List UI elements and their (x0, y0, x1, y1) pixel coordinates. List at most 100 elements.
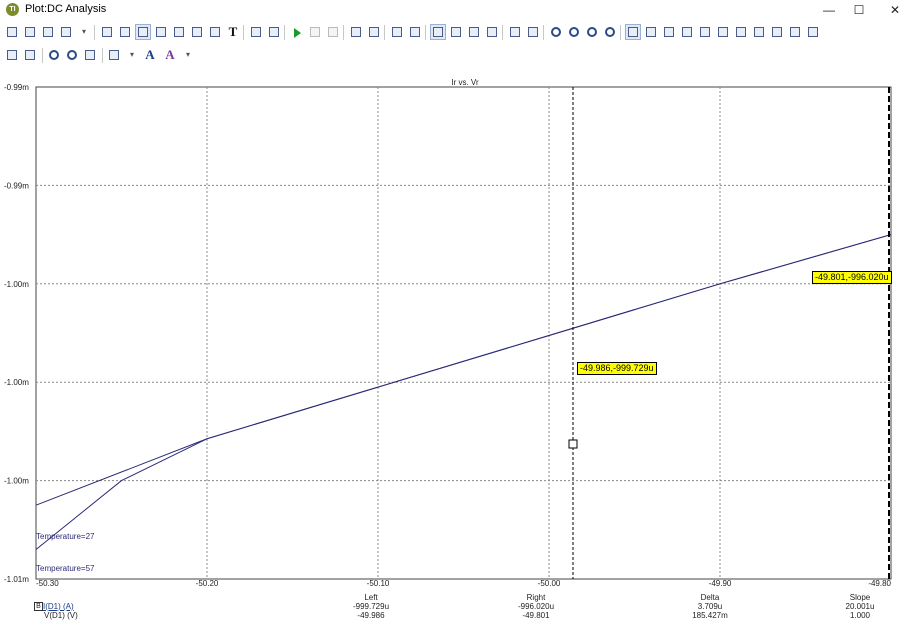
layout-menu-icon[interactable] (106, 47, 122, 63)
readout-delta: Delta 3.709u 185.427m (665, 593, 755, 620)
pan-view-icon[interactable] (82, 47, 98, 63)
x-tick-label: -50.20 (196, 579, 219, 588)
signal-row-1[interactable]: B I(D1) (A) (34, 602, 74, 612)
minimize-button[interactable]: — (812, 0, 846, 20)
secondary-toolbar: ▾ A A ▾ (0, 45, 916, 67)
plot-view-4-icon[interactable] (189, 24, 205, 40)
zoom-1-icon[interactable] (548, 24, 564, 40)
stop-icon[interactable] (307, 24, 323, 40)
x-tick-label: -49.80 (868, 579, 891, 588)
readout-slope-vr: 1.000 (849, 611, 871, 620)
cursor-7-icon[interactable] (733, 24, 749, 40)
y-axis-ticks: -0.99m -0.99m -1.00m -1.00m -1.00m -1.01m (4, 83, 29, 584)
plot-frame (35, 86, 892, 580)
cursor-2-icon[interactable] (643, 24, 659, 40)
cursor-10-icon[interactable] (787, 24, 803, 40)
signal-label-2: V(D1) (V) (44, 611, 78, 620)
run-icon[interactable] (289, 24, 305, 40)
export-icon[interactable] (266, 24, 282, 40)
font-icon[interactable]: A (142, 47, 158, 63)
layout-4-icon[interactable] (484, 24, 500, 40)
cursor-9-icon[interactable] (769, 24, 785, 40)
cursor-5-icon[interactable] (697, 24, 713, 40)
y-tick-label: -0.99m (4, 181, 29, 190)
pause-icon[interactable] (325, 24, 341, 40)
curve-label-27: Temperature=27 (36, 532, 95, 541)
x-tick-label: -50.30 (36, 579, 59, 588)
y-tick-label: -1.01m (4, 575, 29, 584)
main-toolbar: ▾ T (0, 22, 916, 44)
y-tick-label: -0.99m (4, 83, 29, 92)
box-icon[interactable] (389, 24, 405, 40)
layout-dropdown-arrow-icon[interactable]: ▾ (124, 47, 140, 63)
readout-right-ir: -996.020u (517, 602, 555, 611)
readout-slope-header: Slope (849, 593, 871, 602)
cursor-11-icon[interactable] (805, 24, 821, 40)
font-color-icon[interactable]: A (162, 47, 178, 63)
readout-delta-ir: 3.709u (697, 602, 723, 611)
signal-box[interactable]: B (34, 602, 43, 612)
readout-right: Right -996.020u -49.801 (491, 593, 581, 620)
readout-left-header: Left (364, 593, 378, 602)
maximize-button[interactable]: ☐ (842, 0, 876, 20)
dropdown-arrow-icon[interactable]: ▾ (76, 24, 92, 40)
readout-delta-vr: 185.427m (692, 611, 728, 620)
fit-both-icon[interactable] (4, 47, 20, 63)
properties-icon[interactable] (248, 24, 264, 40)
zoom-out-icon[interactable] (64, 47, 80, 63)
cursor-b-tag: -49.801,-996.020u (812, 271, 892, 284)
auto-scale-icon[interactable] (348, 24, 364, 40)
y-tick-label: -1.00m (4, 280, 29, 289)
bookmark-icon[interactable] (58, 24, 74, 40)
window-title: Plot:DC Analysis (25, 3, 107, 15)
copy-window-icon[interactable] (117, 24, 133, 40)
readout-slope-ir: 20.001u (845, 602, 875, 611)
readout-right-vr: -49.801 (522, 611, 550, 620)
x-tick-label: -49.90 (709, 579, 732, 588)
plot-area[interactable]: Ir vs. Vr -0.99m -0.99m -1.00m -1.00m -1.00m… (0, 68, 916, 588)
pan-hand-icon[interactable] (40, 24, 56, 40)
print-icon[interactable] (4, 24, 20, 40)
layout-3-icon[interactable] (466, 24, 482, 40)
split-h-icon[interactable] (507, 24, 523, 40)
font-dropdown-arrow-icon[interactable]: ▾ (180, 47, 196, 63)
zoom-4-icon[interactable] (602, 24, 618, 40)
fit-icon[interactable] (366, 24, 382, 40)
curve-label-57: Temperature=57 (36, 564, 95, 573)
zoom-3-icon[interactable] (584, 24, 600, 40)
cursor-a-marker[interactable] (568, 439, 578, 449)
cursor-4-icon[interactable] (679, 24, 695, 40)
zoom-2-icon[interactable] (566, 24, 582, 40)
text-tool[interactable]: T (225, 24, 241, 40)
plot-title: Ir vs. Vr (451, 78, 479, 87)
layout-1-icon[interactable] (430, 24, 446, 40)
y-tick-label: -1.00m (4, 477, 29, 486)
cursor-6-icon[interactable] (715, 24, 731, 40)
plot-view-icon[interactable] (135, 24, 151, 40)
cursor-readout: B I(D1) (A) V(D1) (V) Left -999.729u -49.… (0, 588, 916, 631)
x-tick-label: -50.00 (538, 579, 561, 588)
readout-delta-header: Delta (700, 593, 720, 602)
grid-icon[interactable] (407, 24, 423, 40)
layout-2-icon[interactable] (448, 24, 464, 40)
readout-slope: Slope 20.001u 1.000 (815, 593, 905, 620)
plot-view-3-icon[interactable] (171, 24, 187, 40)
cursor-8-icon[interactable] (751, 24, 767, 40)
plot-view-5-icon[interactable] (207, 24, 223, 40)
cursor-1-icon[interactable] (625, 24, 641, 40)
cursor-3-icon[interactable] (661, 24, 677, 40)
split-v-icon[interactable] (525, 24, 541, 40)
readout-left-ir: -999.729u (352, 602, 390, 611)
pointer-icon[interactable] (22, 24, 38, 40)
plot-view-2-icon[interactable] (153, 24, 169, 40)
close-button[interactable]: ✕ (878, 0, 912, 20)
readout-left-vr: -49.986 (357, 611, 385, 620)
window-icon[interactable] (99, 24, 115, 40)
zoom-in-icon[interactable] (46, 47, 62, 63)
cursor-a-tag: -49.986,-999.729u (577, 362, 657, 375)
x-axis-ticks: -50.30 -50.20 -50.10 -50.00 -49.90 -49.80 (36, 579, 892, 588)
app-icon: TI (6, 3, 19, 16)
readout-left: Left -999.729u -49.986 (326, 593, 416, 620)
signal-label-1[interactable]: I(D1) (A) (43, 602, 74, 611)
fit-x-icon[interactable] (22, 47, 38, 63)
